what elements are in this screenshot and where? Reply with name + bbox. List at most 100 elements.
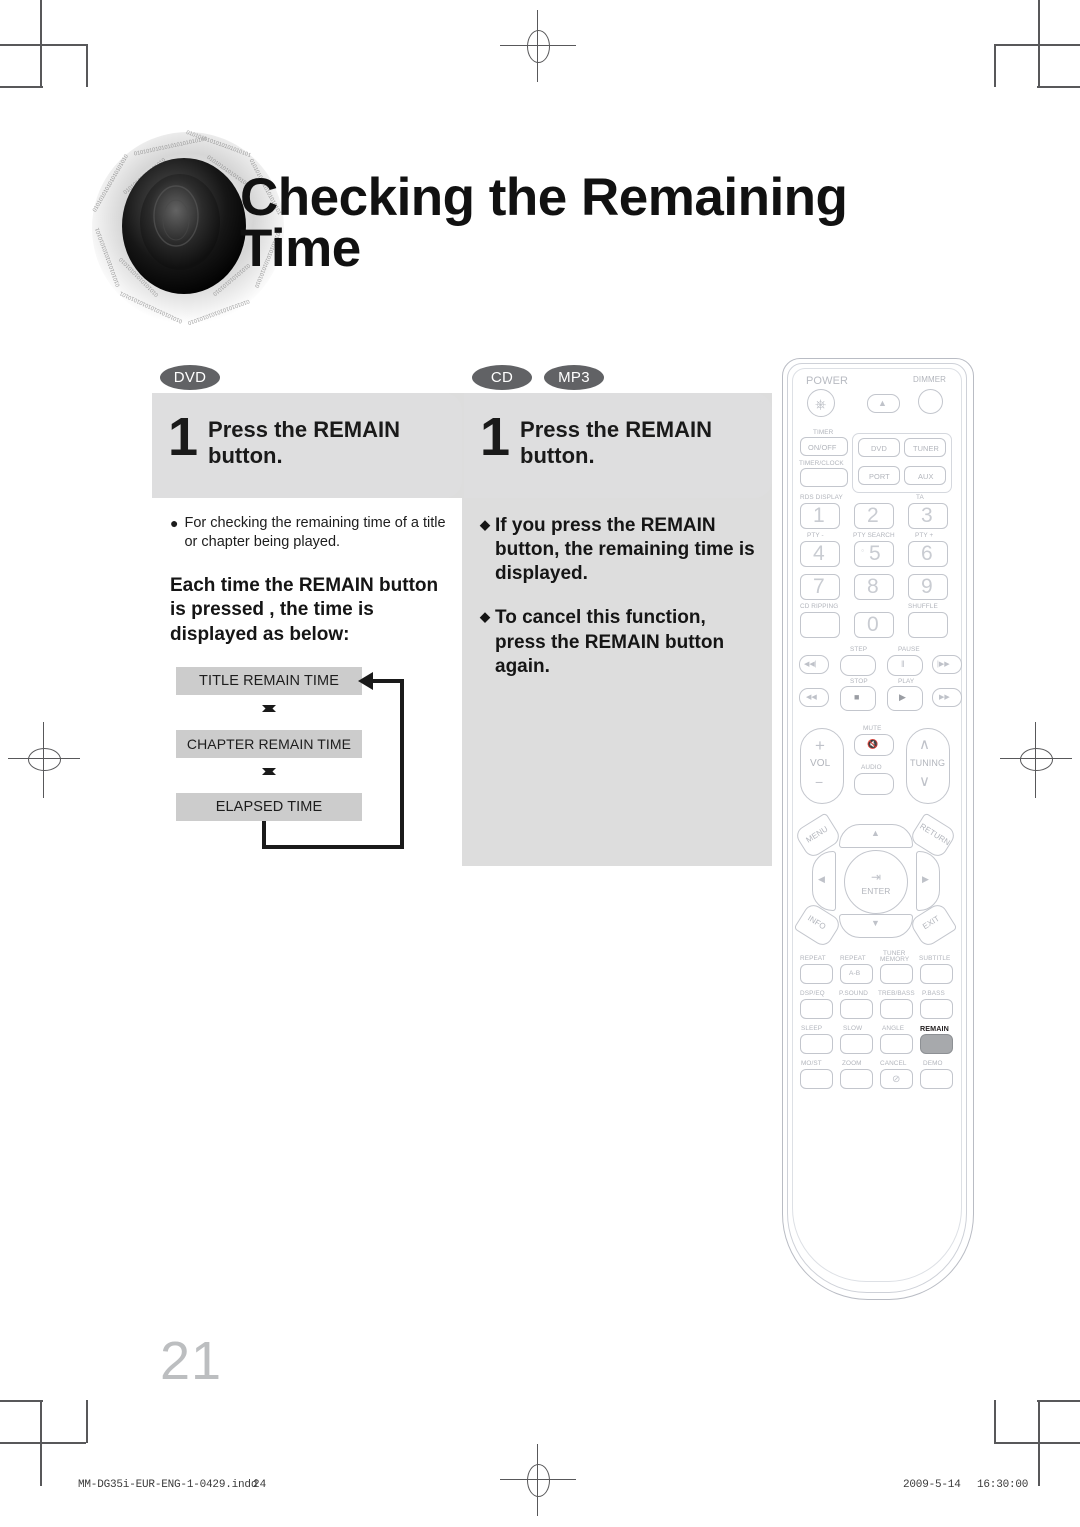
ta-label: TA [916,494,924,501]
column-dvd: DVD 1 Press the REMAIN button. ● For che… [152,365,462,867]
angle-button[interactable] [880,1034,913,1054]
nav-right-icon: ▶ [922,874,929,884]
mo-st-button[interactable] [800,1069,833,1089]
note-item-2-text: To cancel this function, press the REMAI… [495,607,725,677]
number-7-label: 7 [813,575,825,598]
p-sound-button[interactable] [840,999,873,1019]
tuning-up-icon[interactable]: ∧ [919,735,930,753]
remain-button[interactable] [920,1034,953,1054]
step-button[interactable] [840,655,876,676]
treb-bass-button[interactable] [880,999,913,1019]
demo-label: DEMO [923,1060,943,1067]
slow-label: SLOW [843,1025,863,1032]
pause-label: PAUSE [898,646,920,653]
rds-display-label: RDS DISPLAY [800,494,843,501]
timer-clock-label: TIMER/CLOCK [799,460,844,467]
step-body-dvd: ● For checking the remaining time of a t… [152,498,462,867]
badge-mp3: MP3 [544,365,604,390]
repeat-ab-top-label: REPEAT [840,955,866,962]
note-item-2: ◆ To cancel this function, press the REM… [480,606,758,678]
step-title-cd: Press the REMAIN button. [520,415,712,469]
step-title-cd-line2: button. [520,442,595,468]
number-4-label: 4 [813,542,825,565]
mute-icon: 🔇 [867,739,879,749]
power-label: POWER [806,375,849,387]
step-number-dvd: 1 [168,407,199,467]
previous-track-icon: ◀◀| [804,661,817,668]
flow-arrow-down-icon-1 [262,704,276,719]
pty-plus-label: PTY + [915,532,934,539]
source-aux-label: AUX [918,472,934,481]
subtitle-button[interactable] [920,964,953,984]
timer-on-off-label: ON/OFF [808,443,837,452]
pty-search-label: PTY SEARCH [853,532,895,539]
flow-step-elapsed: ELAPSED TIME [176,792,362,821]
play-icon: ▶ [899,692,906,702]
nav-left-icon: ◀ [818,874,825,884]
fast-forward-icon: ▶▶ [939,694,950,701]
mo-st-label: MO/ST [801,1060,822,1067]
p-bass-button[interactable] [920,999,953,1019]
pause-button[interactable] [887,655,923,676]
volume-up-icon[interactable]: + [815,736,825,756]
number-9-label: 9 [921,575,933,598]
footer-date: 2009-5-14 [903,1479,961,1491]
repeat-label: REPEAT [800,955,826,962]
sleep-label: SLEEP [801,1025,823,1032]
footer-filename: MM-DG35i-EUR-ENG-1-0429.indd [78,1479,258,1491]
slow-button[interactable] [840,1034,873,1054]
number-1-label: 1 [813,504,825,527]
badge-dvd: DVD [160,365,220,390]
repeat-button[interactable] [800,964,833,984]
column-cd-mp3: CD MP3 1 Press the REMAIN button. ◆ If y… [464,365,772,856]
timer-clock-button[interactable] [800,468,848,487]
note-item-1: ◆ If you press the REMAIN button, the re… [480,514,758,586]
dimmer-button[interactable] [918,389,943,414]
dsp-eq-button[interactable] [800,999,833,1019]
remain-label: REMAIN [920,1024,949,1033]
enter-button[interactable]: ⇥ ENTER [844,850,908,914]
tuning-label: TUNING [910,758,946,768]
audio-label: AUDIO [861,764,882,771]
number-6-label: 6 [921,542,933,565]
flow-loop-arrowhead-icon [358,671,373,690]
rewind-icon: ◀◀ [806,694,817,701]
shuffle-button[interactable] [908,612,948,638]
step-title-dvd-line1: Press the REMAIN [208,417,400,442]
repeat-ab-inner-label: A-B [849,970,861,977]
demo-button[interactable] [920,1069,953,1089]
play-label: PLAY [898,678,915,685]
sleep-button[interactable] [800,1034,833,1054]
number-8-label: 8 [867,575,879,598]
audio-button[interactable] [854,773,894,795]
volume-label: VOL [810,758,831,769]
media-badges-cd-mp3: CD MP3 [472,365,604,390]
step-header-dvd: 1 Press the REMAIN button. [152,393,462,498]
volume-down-icon[interactable]: − [815,774,823,790]
enter-label: ENTER [861,886,891,896]
badge-cd: CD [472,365,532,390]
p-sound-label: P.SOUND [839,990,868,997]
number-5-dot-icon: ○ [861,548,865,554]
page-title-line2: Time [240,219,361,279]
step-title-cd-line1: Press the REMAIN [520,417,712,442]
eject-icon: ▲ [878,398,887,408]
media-badges-dvd: DVD [160,365,220,390]
zoom-button[interactable] [840,1069,873,1089]
tuner-memory-button[interactable] [880,964,913,984]
stop-icon: ■ [854,692,860,702]
cd-ripping-button[interactable] [800,612,840,638]
flow-step-title-remain: TITLE REMAIN TIME [176,666,362,695]
page-header: 010101010101010101010101 010101010101010… [0,110,1080,350]
p-bass-label: P.BASS [922,990,945,997]
pty-minus-label: PTY - [807,532,824,539]
cancel-icon: ⊘ [892,1074,901,1085]
page-number: 21 [160,1331,223,1391]
source-tuner-label: TUNER [913,444,939,453]
treb-bass-label: TREB/BASS [878,990,915,997]
bullet-note-text: For checking the remaining time of a tit… [184,515,446,551]
timer-label: TIMER [813,429,834,436]
tuning-down-icon[interactable]: ∨ [919,772,930,790]
number-2-label: 2 [867,504,879,527]
note-item-1-text: If you press the REMAIN button, the rema… [495,515,755,585]
